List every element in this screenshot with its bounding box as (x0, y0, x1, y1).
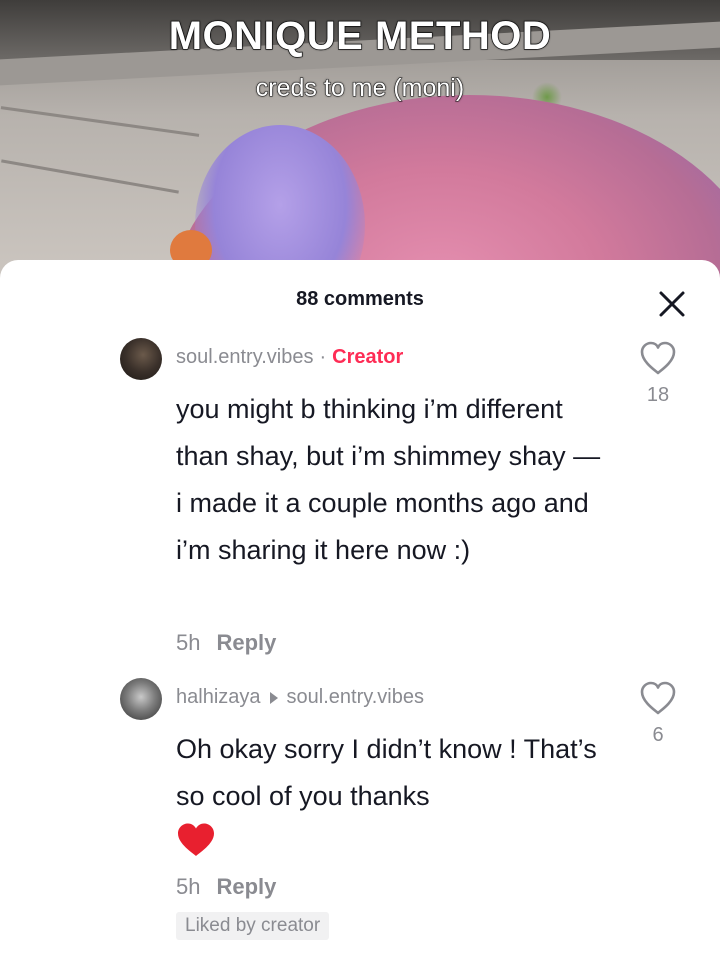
comment-user-line: halhizaya soul.entry.vibes (176, 686, 424, 709)
comment-username[interactable]: halhizaya (176, 686, 261, 708)
comments-sheet: 88 comments soul.entry.vibes · Creator you… (0, 260, 720, 960)
like-button[interactable] (636, 680, 680, 721)
sheet-header: 88 comments (0, 260, 720, 338)
video-subtitle: creds to me (moni) (255, 74, 465, 103)
separator-dot: · (319, 346, 327, 368)
close-button[interactable] (652, 284, 692, 324)
comment-meta: 5h Reply (176, 874, 276, 900)
avatar[interactable] (120, 678, 162, 720)
close-icon (659, 291, 685, 317)
comments-count: 88 comments (296, 288, 424, 310)
like-count: 6 (652, 724, 664, 746)
creator-badge: Creator (332, 346, 404, 368)
comment-item: soul.entry.vibes · Creator you might b thi… (0, 338, 720, 668)
reply-to-username[interactable]: soul.entry.vibes (287, 686, 424, 708)
reply-button[interactable]: Reply (216, 874, 276, 899)
comment-text: Oh okay sorry I didn’t know ! That’s so … (176, 734, 597, 811)
comment-username[interactable]: soul.entry.vibes (176, 346, 313, 368)
heart-outline-icon (640, 341, 676, 375)
comment-time: 5h (176, 630, 201, 655)
video-background: MONIQUE METHOD creds to me (moni) (0, 0, 720, 290)
video-title: MONIQUE METHOD (168, 13, 552, 59)
wall-line (1, 159, 179, 194)
reply-button[interactable]: Reply (216, 630, 276, 655)
comment-meta: 5h Reply (176, 630, 276, 656)
like-count: 18 (646, 384, 670, 406)
red-heart-icon (178, 823, 214, 856)
comment-time: 5h (176, 874, 201, 899)
heart-emoji (176, 822, 216, 863)
reply-arrow-icon (269, 691, 278, 704)
heart-outline-icon (640, 681, 676, 715)
avatar[interactable] (120, 338, 162, 380)
comment-text: you might b thinking i’m different than … (176, 394, 601, 565)
comment-item: halhizaya soul.entry.vibes Oh okay sorry … (0, 678, 720, 960)
liked-by-creator-badge: Liked by creator (176, 912, 330, 940)
wall-line (0, 106, 200, 137)
like-button[interactable] (636, 340, 680, 381)
comment-user-line: soul.entry.vibes · Creator (176, 346, 403, 369)
